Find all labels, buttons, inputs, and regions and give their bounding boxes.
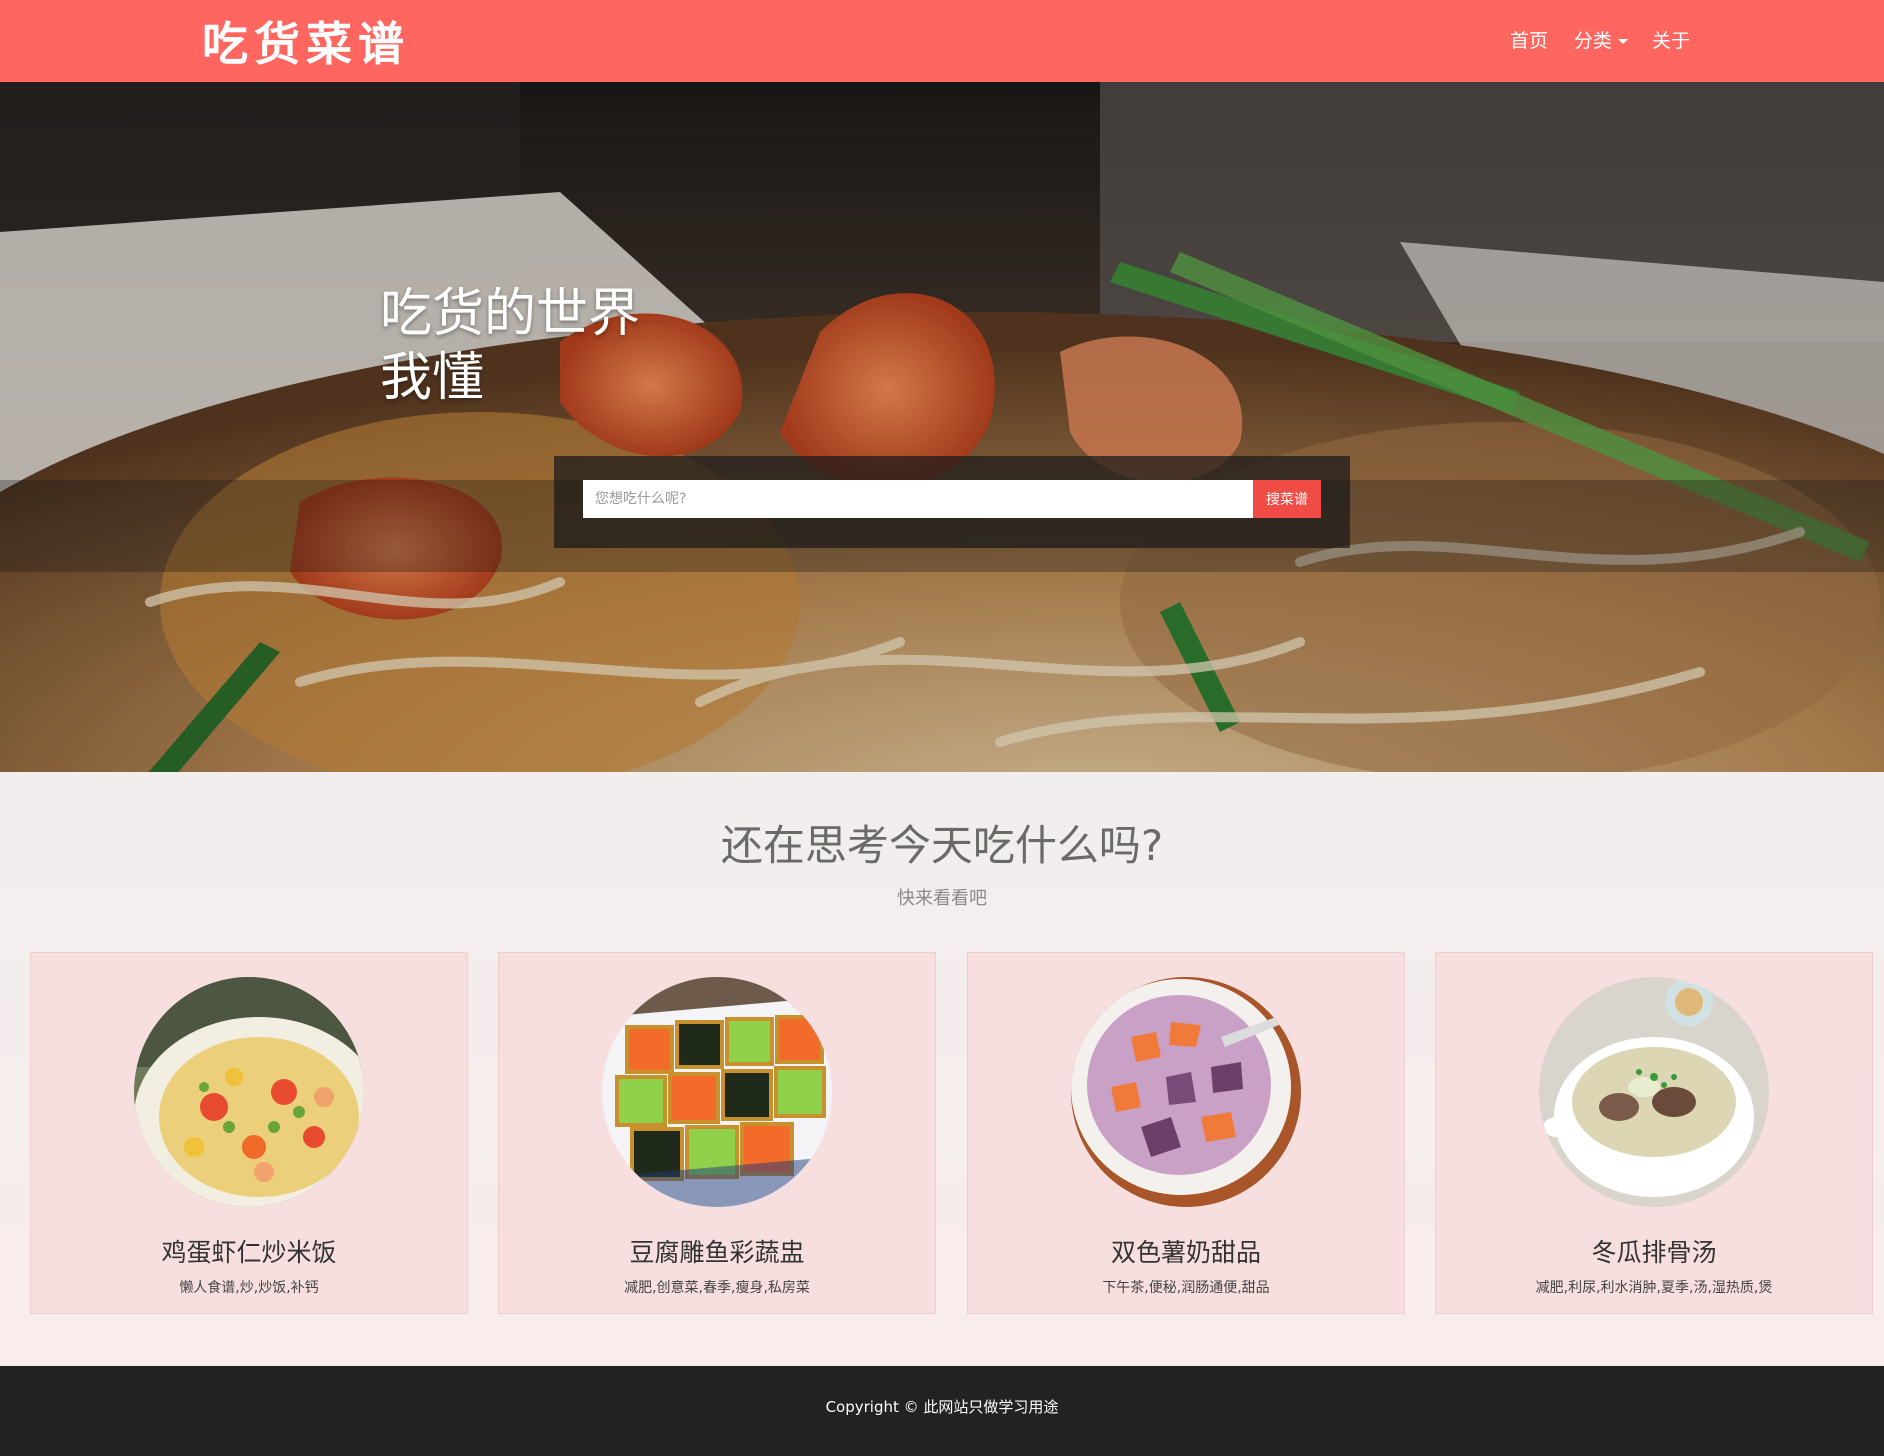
- recipe-name: 双色薯奶甜品: [1110, 1238, 1261, 1267]
- recipe-tags: 减肥,创意菜,春季,瘦身,私房菜: [624, 1280, 810, 1296]
- section-subtitle: 快来看看吧: [897, 888, 987, 909]
- recipe-search-input[interactable]: [583, 480, 1253, 518]
- nav-categories-dropdown[interactable]: 分类: [1574, 26, 1629, 53]
- nav-home-label: 首页: [1510, 30, 1549, 52]
- recipe-name: 冬瓜排骨汤: [1591, 1238, 1717, 1267]
- recipe-tags: 下午茶,便秘,润肠通便,甜品: [1102, 1280, 1270, 1296]
- taro-milk-dessert-image: [1071, 977, 1301, 1207]
- nav-about[interactable]: 关于: [1652, 26, 1690, 53]
- hero-subtitle: 我懂: [380, 348, 485, 408]
- recipe-tags: 减肥,利尿,利水消肿,夏季,汤,湿热质,煲: [1535, 1280, 1773, 1296]
- fried-rice-image: [134, 977, 364, 1207]
- wintermelon-rib-soup-image: [1539, 977, 1769, 1207]
- recommend-section: 还在思考今天吃什么吗? 快来看看吧 鸡蛋虾仁炒米饭 懒人食谱,炒,炒饭,补钙 豆…: [0, 772, 1884, 1366]
- site-footer: Copyright © 此网站只做学习用途: [0, 1366, 1884, 1456]
- recipe-name: 鸡蛋虾仁炒米饭: [161, 1238, 337, 1267]
- recipe-name: 豆腐雕鱼彩蔬盅: [629, 1238, 805, 1267]
- nav-home[interactable]: 首页: [1510, 26, 1548, 53]
- tofu-cups-image: [602, 977, 832, 1207]
- caret-down-icon: [1618, 39, 1629, 44]
- nav-about-label: 关于: [1652, 30, 1691, 52]
- recipe-card[interactable]: 双色薯奶甜品 下午茶,便秘,润肠通便,甜品: [967, 952, 1405, 1314]
- main-nav: 首页 分类 关于: [0, 24, 1884, 54]
- hero-food-image: [0, 82, 1884, 772]
- recipe-card[interactable]: 冬瓜排骨汤 减肥,利尿,利水消肿,夏季,汤,湿热质,煲: [1435, 952, 1873, 1314]
- hero-banner: 吃货的世界 我懂 搜菜谱: [0, 82, 1884, 772]
- recipe-tags: 懒人食谱,炒,炒饭,补钙: [179, 1280, 319, 1296]
- search-recipe-button[interactable]: 搜菜谱: [1253, 480, 1321, 518]
- section-title: 还在思考今天吃什么吗?: [720, 821, 1164, 870]
- hero-title: 吃货的世界: [380, 284, 641, 344]
- recipe-card[interactable]: 鸡蛋虾仁炒米饭 懒人食谱,炒,炒饭,补钙: [30, 952, 468, 1314]
- nav-categories-label: 分类: [1574, 30, 1613, 52]
- copyright-text: Copyright © 此网站只做学习用途: [825, 1398, 1059, 1416]
- recipe-card[interactable]: 豆腐雕鱼彩蔬盅 减肥,创意菜,春季,瘦身,私房菜: [498, 952, 936, 1314]
- top-navbar: 吃货菜谱 首页 分类 关于: [0, 0, 1884, 82]
